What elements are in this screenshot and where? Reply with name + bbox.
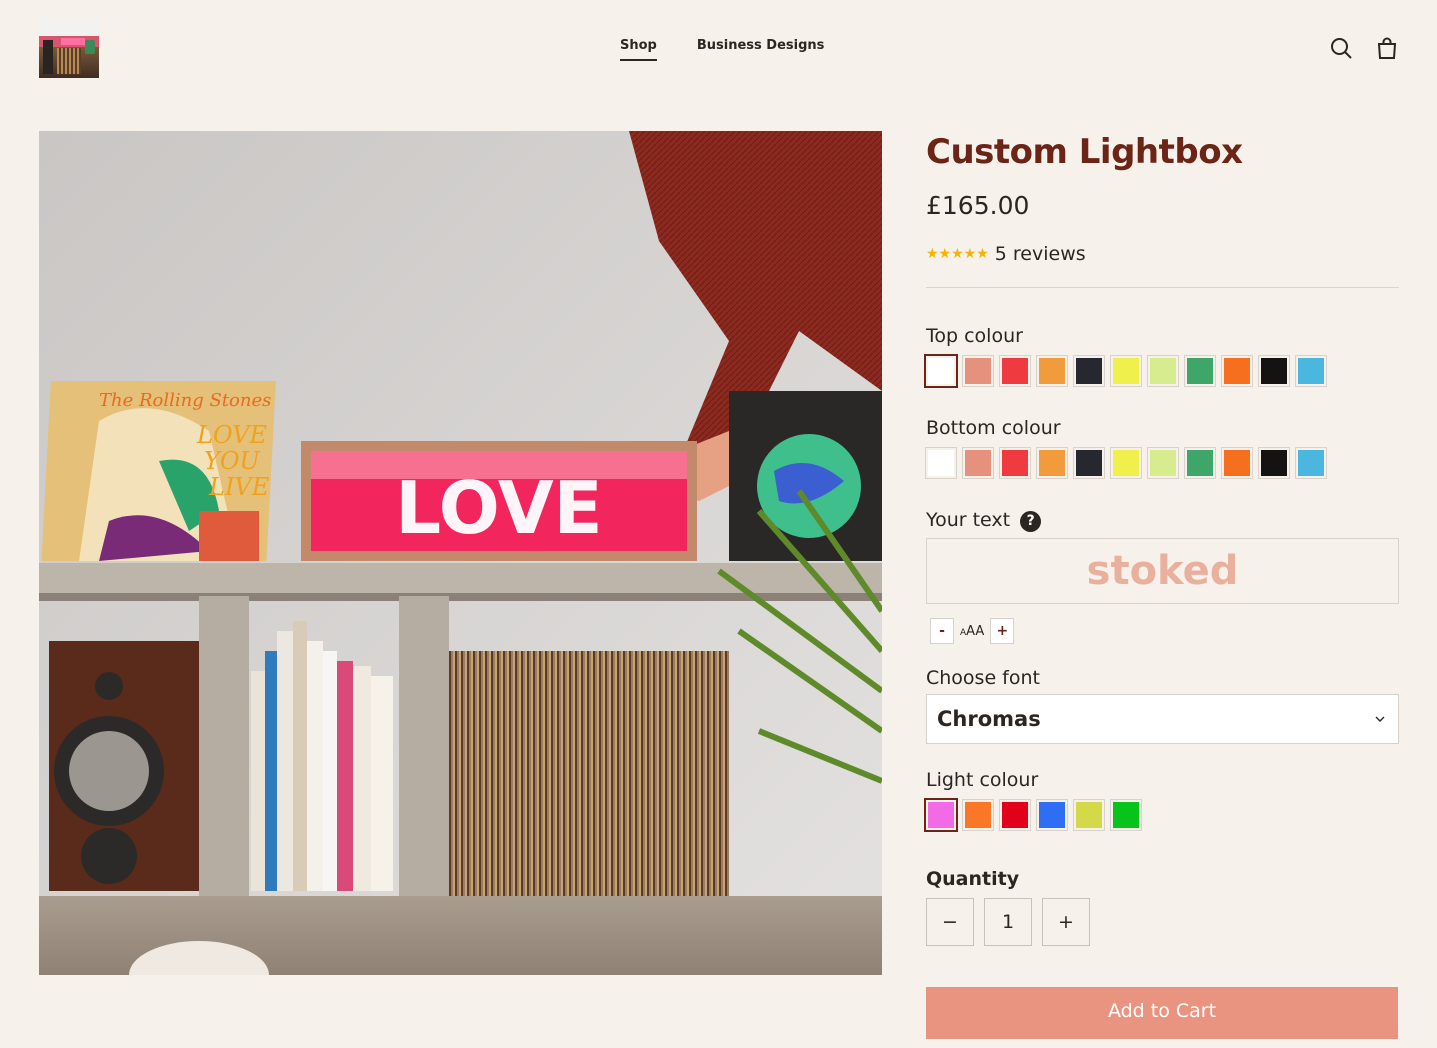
- light-colour-swatch[interactable]: [1073, 799, 1105, 831]
- right-record: [729, 391, 882, 561]
- rating[interactable]: ★★★★★ 5 reviews: [926, 243, 1399, 265]
- nav-shop[interactable]: Shop: [620, 38, 657, 61]
- bottom-colour-section: Bottom colour: [925, 416, 1399, 479]
- quantity-stepper: − 1 +: [926, 898, 1399, 946]
- speaker: [49, 641, 199, 891]
- light-colour-swatch[interactable]: [999, 799, 1031, 831]
- logo-records: [57, 48, 81, 74]
- bottom-colour-swatch[interactable]: [1073, 447, 1105, 479]
- your-text-label-row: Your text ?: [926, 508, 1399, 532]
- top-colour-swatch[interactable]: [1110, 355, 1142, 387]
- your-text-section: Your text ? stoked - AAA +: [926, 508, 1399, 644]
- text-size-increase-button[interactable]: +: [990, 618, 1015, 644]
- product-price: £165.00: [926, 191, 1030, 220]
- top-colour-swatch[interactable]: [1147, 355, 1179, 387]
- logo-shelf: [43, 40, 53, 74]
- divider: [926, 287, 1399, 288]
- top-colour-swatch[interactable]: [1036, 355, 1068, 387]
- your-text-label: Your text: [926, 509, 1011, 531]
- top-colour-swatch[interactable]: [1073, 355, 1105, 387]
- product-panel: Custom Lightbox £165.00 ★★★★★ 5 reviews …: [924, 131, 1399, 1039]
- main-nav: Shop Business Designs: [620, 38, 825, 61]
- top-colour-swatch[interactable]: [1258, 355, 1290, 387]
- bottom-colour-label: Bottom colour: [926, 417, 1061, 439]
- font-section: Choose font Chromas: [926, 666, 1399, 744]
- product-title: Custom Lightbox: [926, 132, 1243, 172]
- quantity-label: Quantity: [926, 868, 1020, 890]
- chevron-down-icon: [1375, 716, 1385, 722]
- top-colour-swatch[interactable]: [924, 354, 958, 388]
- light-colour-swatch[interactable]: [1036, 799, 1068, 831]
- svg-text:YOU: YOU: [204, 447, 261, 475]
- custom-text-input[interactable]: stoked: [926, 538, 1399, 604]
- quantity-input[interactable]: 1: [984, 898, 1032, 946]
- bottom-colour-swatch[interactable]: [1295, 447, 1327, 479]
- add-to-cart-button[interactable]: Add to Cart: [926, 987, 1398, 1039]
- top-colour-swatch[interactable]: [1295, 355, 1327, 387]
- light-colour-swatch[interactable]: [1110, 799, 1142, 831]
- bottom-colour-swatch[interactable]: [962, 447, 994, 479]
- bottom-colour-swatch[interactable]: [1184, 447, 1216, 479]
- quantity-increase-button[interactable]: +: [1042, 898, 1090, 946]
- svg-text:LOVE: LOVE: [196, 421, 268, 449]
- svg-text:The Rolling Stones: The Rolling Stones: [99, 390, 271, 411]
- cart-icon[interactable]: [1375, 36, 1399, 60]
- bottom-colour-swatch[interactable]: [1258, 447, 1290, 479]
- top-colour-swatch[interactable]: [1184, 355, 1216, 387]
- logo-plant: [85, 40, 95, 54]
- light-colour-swatch[interactable]: [924, 798, 958, 832]
- product-image[interactable]: The Rolling Stones LOVE YOU LIVE LOVE: [39, 131, 882, 975]
- svg-text:LIVE: LIVE: [208, 473, 270, 501]
- text-size-label: AAA: [960, 623, 985, 639]
- top-colour-swatch[interactable]: [999, 355, 1031, 387]
- bottom-colour-swatch[interactable]: [1036, 447, 1068, 479]
- rolling-stones-record: The Rolling Stones LOVE YOU LIVE: [41, 381, 276, 561]
- top-colour-swatch[interactable]: [1221, 355, 1253, 387]
- text-size-decrease-button[interactable]: -: [930, 618, 954, 644]
- text-size-control: - AAA +: [930, 618, 1399, 644]
- search-icon[interactable]: [1329, 36, 1353, 60]
- top-colour-swatches: [924, 354, 1399, 388]
- light-colour-swatches: [924, 798, 1399, 832]
- light-colour-label: Light colour: [926, 769, 1039, 791]
- star-rating-icon: ★★★★★: [926, 246, 989, 262]
- bottom-colour-swatches: [925, 447, 1399, 479]
- svg-text:LOVE: LOVE: [395, 466, 603, 550]
- top-colour-section: Top colour: [924, 324, 1399, 388]
- light-colour-swatch[interactable]: [962, 799, 994, 831]
- reviews-count: 5 reviews: [994, 243, 1086, 265]
- bottom-colour-swatch[interactable]: [925, 447, 957, 479]
- help-icon[interactable]: ?: [1020, 510, 1042, 532]
- vinyl-records: [449, 651, 729, 901]
- top-colour-swatch[interactable]: [962, 355, 994, 387]
- bottom-colour-swatch[interactable]: [1147, 447, 1179, 479]
- font-label: Choose font: [926, 667, 1040, 689]
- header-icons: [1329, 36, 1399, 60]
- bottom-colour-swatch[interactable]: [1110, 447, 1142, 479]
- quantity-decrease-button[interactable]: −: [926, 898, 974, 946]
- nav-business-designs[interactable]: Business Designs: [697, 38, 825, 59]
- logo-sign: [61, 38, 85, 45]
- light-colour-section: Light colour: [924, 768, 1399, 832]
- store-logo[interactable]: [39, 18, 99, 78]
- bottom-colour-swatch[interactable]: [999, 447, 1031, 479]
- love-lightbox: LOVE: [301, 441, 697, 561]
- font-select[interactable]: Chromas: [926, 694, 1399, 744]
- top-colour-label: Top colour: [926, 325, 1023, 347]
- font-select-value: Chromas: [937, 707, 1041, 731]
- bottom-colour-swatch[interactable]: [1221, 447, 1253, 479]
